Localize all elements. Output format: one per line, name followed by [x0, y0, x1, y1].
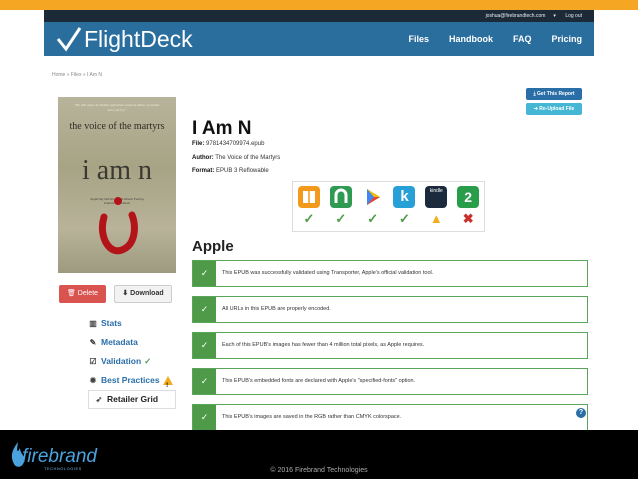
caret-down-icon[interactable]: ▾: [553, 13, 556, 19]
get-report-label: Get This Report: [537, 91, 575, 97]
top-accent-bar: [0, 0, 638, 10]
copyright-text: © 2016 Firebrand Technologies: [270, 467, 368, 474]
rocket-icon: ➶: [95, 395, 103, 404]
firebrand-logo-text: firebrand: [22, 446, 97, 467]
file-value: 9781434709974.epub: [206, 141, 265, 147]
sidebar-label-stats: Stats: [101, 318, 122, 328]
book-title: I Am N: [192, 118, 252, 139]
store-google-play[interactable]: ✓: [357, 182, 389, 231]
author-value: The Voice of the Martyrs: [215, 155, 281, 161]
check-icon: ✓: [193, 297, 216, 322]
book-cover: "We will never be broken and never cease…: [58, 97, 176, 273]
nav-handbook[interactable]: Handbook: [449, 34, 493, 44]
store-kobo[interactable]: k ✓: [388, 182, 420, 231]
check-row: ✓ This EPUB's embedded fonts are declared…: [192, 368, 588, 395]
check-text: This EPUB's images are saved in the RGB …: [222, 414, 402, 420]
delete-button[interactable]: 🗑 Delete: [59, 285, 106, 303]
section-title-apple: Apple: [192, 238, 234, 255]
main-navbar: FlightDeck Files Handbook FAQ Pricing: [44, 22, 594, 56]
store-kindle[interactable]: kindle ▲: [420, 182, 452, 231]
logout-link[interactable]: Log out: [565, 13, 582, 19]
book-file: File: 9781434709974.epub: [192, 141, 264, 147]
fail-x-icon: ✖: [462, 211, 474, 226]
check-icon: ✓: [193, 333, 216, 358]
warning-result-icon: ▲: [429, 211, 443, 226]
author-label: Author:: [192, 155, 214, 161]
check-text: All URLs in this EPUB are properly encod…: [222, 306, 331, 312]
pass-check-icon: ✓: [367, 211, 379, 226]
breadcrumb[interactable]: Home » Files » I Am N: [52, 72, 102, 78]
reupload-label: Re-Upload File: [539, 106, 575, 112]
check-icon: ✓: [193, 405, 216, 430]
file-label: File:: [192, 141, 205, 147]
sidebar-item-best-practices[interactable]: ✹ Best Practices: [88, 371, 176, 396]
app-name: FlightDeck: [84, 25, 193, 52]
app-logo[interactable]: FlightDeck: [56, 26, 193, 53]
sidebar-nav: ▥ Stats ✎ Metadata ☑ Validation ✓ ✹ Best Prac…: [88, 314, 176, 409]
kindle-icon: kindle: [425, 186, 448, 208]
format-label: Format:: [192, 168, 215, 174]
sidebar-item-retailer-grid[interactable]: ➶ Retailer Grid: [88, 390, 176, 409]
retailer-grid: ✓ ✓ ✓ k ✓ kindle ▲ 2 ✖: [292, 181, 485, 232]
nav-faq[interactable]: FAQ: [513, 34, 532, 44]
sidebar-item-validation[interactable]: ☑ Validation ✓: [88, 352, 176, 371]
user-email-menu[interactable]: joshua@firebrandtech.com: [486, 13, 546, 19]
nav-links: Files Handbook FAQ Pricing: [408, 34, 582, 44]
reupload-button[interactable]: ➜ Re-Upload File: [526, 103, 582, 115]
sidebar-item-stats[interactable]: ▥ Stats: [88, 314, 176, 333]
check-row: ✓ All URLs in this EPUB are properly enco…: [192, 296, 588, 323]
nun-symbol-icon: [99, 197, 138, 255]
scribd-icon: 2: [457, 186, 480, 208]
nook-icon: [329, 186, 352, 208]
download-label: Download: [130, 290, 164, 297]
ibooks-icon: [298, 186, 320, 208]
pass-check-icon: ✓: [399, 211, 410, 226]
check-row: ✓ Each of this EPUB's images has fewer th…: [192, 332, 588, 359]
checkmark-logo-icon: [56, 27, 82, 52]
bar-chart-icon: ▥: [89, 319, 97, 328]
check-text: Each of this EPUB's images has fewer tha…: [222, 342, 425, 348]
nav-pricing[interactable]: Pricing: [551, 34, 582, 44]
check-icon: ✓: [193, 369, 216, 394]
checkbox-icon: ☑: [89, 357, 97, 366]
book-author: Author: The Voice of the Martyrs: [192, 155, 280, 161]
sidebar-label-best-practices: Best Practices: [101, 375, 160, 385]
award-icon: ✹: [89, 376, 97, 385]
warning-icon: [162, 376, 173, 396]
sidebar-label-validation: Validation: [101, 356, 142, 366]
google-play-icon: [361, 186, 384, 208]
kobo-icon: k: [393, 186, 416, 208]
check-row: ✓ This EPUB's images are saved in the RGB…: [192, 404, 588, 431]
help-icon[interactable]: ?: [576, 408, 586, 418]
pass-check-icon: ✓: [335, 211, 347, 226]
format-value: EPUB 3 Reflowable: [216, 168, 269, 174]
user-bar: joshua@firebrandtech.com ▾ Log out: [44, 10, 594, 22]
check-text: This EPUB's embedded fonts are declared …: [222, 378, 416, 384]
store-ibooks[interactable]: ✓: [293, 182, 325, 231]
store-scribd[interactable]: 2 ✖: [452, 182, 484, 231]
download-button[interactable]: ⬇ Download: [114, 285, 172, 303]
check-row: ✓ This EPUB was successfully validated us…: [192, 260, 588, 287]
sidebar-label-metadata: Metadata: [101, 337, 138, 347]
sidebar-item-metadata[interactable]: ✎ Metadata: [88, 333, 176, 352]
check-text: This EPUB was successfully validated usi…: [222, 270, 434, 276]
sidebar-label-retailer-grid: Retailer Grid: [107, 394, 159, 404]
check-icon: ✓: [144, 356, 152, 366]
pass-check-icon: ✓: [303, 211, 315, 226]
delete-label: Delete: [77, 290, 99, 297]
book-format: Format: EPUB 3 Reflowable: [192, 168, 269, 174]
store-nook[interactable]: ✓: [325, 182, 357, 231]
get-report-button[interactable]: ⤓ Get This Report: [526, 88, 582, 100]
nav-files[interactable]: Files: [408, 34, 429, 44]
edit-icon: ✎: [89, 338, 97, 347]
check-icon: ✓: [193, 261, 216, 286]
